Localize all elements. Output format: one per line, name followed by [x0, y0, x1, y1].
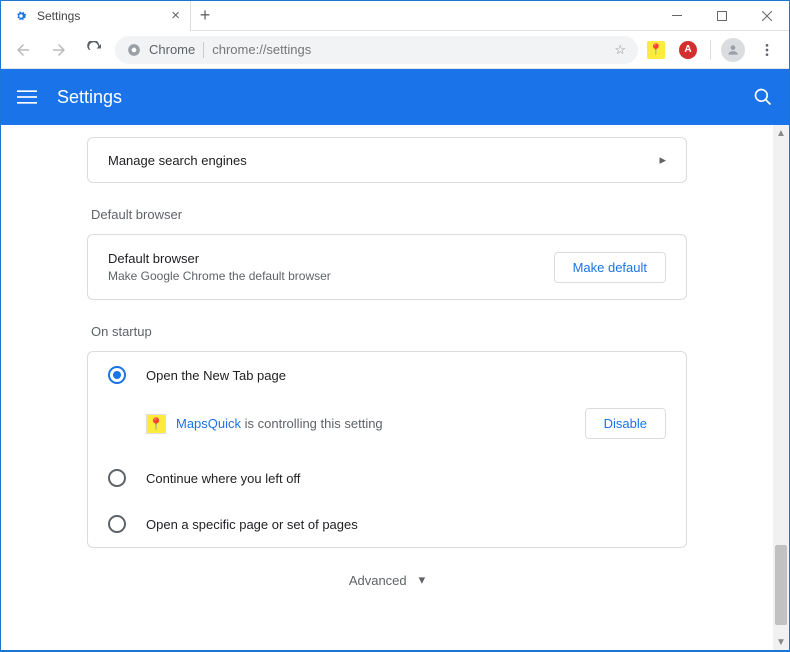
- default-browser-title: Default browser: [108, 251, 331, 266]
- new-tab-button[interactable]: +: [191, 5, 219, 26]
- scroll-down-icon[interactable]: ▼: [773, 634, 789, 650]
- back-button[interactable]: [7, 34, 39, 66]
- section-on-startup: On startup: [87, 324, 687, 339]
- make-default-button[interactable]: Make default: [554, 252, 666, 283]
- default-browser-subtitle: Make Google Chrome the default browser: [108, 269, 331, 283]
- tab-title: Settings: [37, 9, 80, 23]
- page-title: Settings: [57, 87, 122, 108]
- hamburger-icon[interactable]: [17, 87, 37, 107]
- radio-icon: [108, 366, 126, 384]
- separator: [203, 42, 204, 58]
- close-window-button[interactable]: [744, 1, 789, 31]
- forward-button[interactable]: [43, 34, 75, 66]
- window-titlebar: Settings × +: [1, 1, 789, 31]
- startup-option-specific[interactable]: Open a specific page or set of pages: [88, 501, 686, 547]
- on-startup-card: Open the New Tab page 📍 MapsQuick is con…: [87, 351, 687, 548]
- extension-badge-icon[interactable]: A: [676, 38, 700, 62]
- chevron-down-icon: ▾: [419, 572, 426, 588]
- radio-label: Open a specific page or set of pages: [146, 517, 358, 532]
- omnibox-scheme: Chrome: [149, 42, 195, 57]
- scroll-up-icon[interactable]: ▲: [773, 125, 789, 141]
- search-icon[interactable]: [753, 87, 773, 107]
- menu-button[interactable]: [751, 34, 783, 66]
- extension-name[interactable]: MapsQuick: [176, 416, 241, 431]
- separator: [710, 40, 711, 60]
- toolbar: Chrome chrome://settings ☆ 📍 A: [1, 31, 789, 69]
- star-icon[interactable]: ☆: [614, 42, 626, 58]
- settings-header: Settings: [1, 69, 789, 125]
- radio-label: Open the New Tab page: [146, 368, 286, 383]
- settings-content: Manage search engines ▸ Default browser …: [1, 125, 773, 650]
- radio-label: Continue where you left off: [146, 471, 300, 486]
- startup-option-continue[interactable]: Continue where you left off: [88, 455, 686, 501]
- chrome-logo-icon: [127, 43, 141, 57]
- startup-option-newtab[interactable]: Open the New Tab page: [88, 352, 686, 398]
- advanced-toggle[interactable]: Advanced ▾: [1, 572, 773, 588]
- row-label: Manage search engines: [108, 153, 247, 168]
- browser-tab[interactable]: Settings ×: [1, 1, 191, 31]
- scroll-thumb[interactable]: [775, 545, 787, 625]
- extension-maps-icon: 📍: [146, 414, 166, 434]
- section-default-browser: Default browser: [87, 207, 687, 222]
- close-icon[interactable]: ×: [171, 7, 180, 24]
- extension-message: is controlling this setting: [245, 416, 383, 431]
- chevron-right-icon: ▸: [659, 152, 666, 168]
- manage-search-engines-card: Manage search engines ▸: [87, 137, 687, 183]
- default-browser-card: Default browser Make Google Chrome the d…: [87, 234, 687, 300]
- maximize-button[interactable]: [699, 1, 744, 31]
- address-bar[interactable]: Chrome chrome://settings ☆: [115, 36, 638, 64]
- radio-icon: [108, 469, 126, 487]
- reload-button[interactable]: [79, 34, 111, 66]
- scrollbar[interactable]: ▲ ▼: [773, 125, 789, 650]
- minimize-button[interactable]: [654, 1, 699, 31]
- disable-extension-button[interactable]: Disable: [585, 408, 666, 439]
- extension-controlling-row: 📍 MapsQuick is controlling this setting …: [88, 398, 686, 455]
- extension-maps-icon[interactable]: 📍: [644, 38, 668, 62]
- gear-icon: [13, 8, 29, 24]
- advanced-label: Advanced: [349, 573, 407, 588]
- omnibox-url: chrome://settings: [212, 42, 311, 57]
- manage-search-engines-row[interactable]: Manage search engines ▸: [88, 138, 686, 182]
- radio-icon: [108, 515, 126, 533]
- profile-avatar[interactable]: [721, 38, 745, 62]
